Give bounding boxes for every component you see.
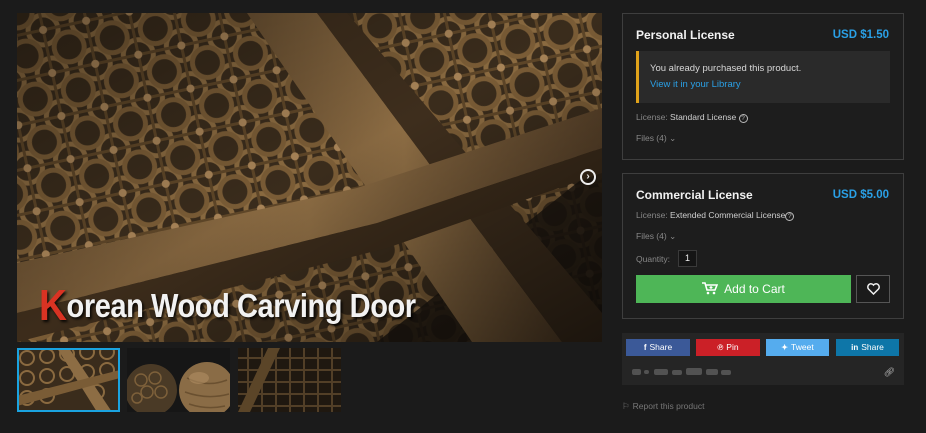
- link-icon[interactable]: 🔗︎: [884, 367, 895, 378]
- license-value: Standard License: [670, 112, 737, 122]
- chevron-down-icon: ⌄: [669, 133, 677, 143]
- personal-files-toggle[interactable]: Files (4) ⌄: [636, 133, 676, 144]
- flag-icon: ⚐: [622, 401, 630, 411]
- pinterest-label: Pin: [726, 342, 739, 352]
- facebook-icon: f: [643, 343, 647, 352]
- personal-license-panel: Personal License USD $1.50 You already p…: [622, 13, 904, 160]
- personal-license-title: Personal License: [636, 28, 735, 42]
- linkedin-label: Share: [861, 342, 884, 352]
- thumbnail-spheres[interactable]: [127, 348, 230, 412]
- purchased-notice: You already purchased this product. View…: [636, 51, 890, 103]
- pinterest-pin-button[interactable]: ℗ Pin: [696, 339, 760, 356]
- twitter-label: Tweet: [791, 342, 814, 352]
- personal-license-price: USD $1.50: [832, 29, 889, 41]
- thumbnail-door[interactable]: [17, 348, 120, 412]
- heart-icon: [866, 283, 880, 296]
- quantity-label: Quantity:: [636, 254, 671, 264]
- license-value: Extended Commercial License: [670, 210, 786, 220]
- commercial-license-title: Commercial License: [636, 188, 753, 202]
- report-product-link[interactable]: ⚐ Report this product: [622, 401, 704, 412]
- linkedin-share-button[interactable]: in Share: [836, 339, 899, 356]
- pinterest-icon: ℗: [717, 343, 724, 352]
- commercial-license-panel: Commercial License USD $5.00 License: Ex…: [622, 173, 904, 319]
- library-link[interactable]: View it in your Library: [650, 79, 741, 90]
- commercial-license-price: USD $5.00: [832, 189, 889, 201]
- add-to-cart-label: Add to Cart: [724, 282, 785, 296]
- report-label: Report this product: [632, 401, 705, 411]
- facebook-share-button[interactable]: f Share: [626, 339, 690, 356]
- help-icon[interactable]: ?: [785, 212, 795, 221]
- purchased-notice-text: You already purchased this product.: [650, 63, 802, 74]
- personal-license-type: License: Standard License ?: [636, 112, 748, 123]
- files-label: Files (4): [636, 133, 667, 143]
- facebook-share-label: Share: [649, 342, 673, 352]
- license-label: License:: [636, 210, 668, 220]
- add-to-cart-button[interactable]: Add to Cart: [636, 275, 851, 303]
- blurred-share-url[interactable]: [630, 365, 734, 379]
- commercial-files-toggle[interactable]: Files (4) ⌄: [636, 231, 676, 242]
- product-page: Korean Wood Carving Door › Personal Lice…: [0, 0, 926, 433]
- help-icon[interactable]: ?: [738, 114, 748, 123]
- twitter-tweet-button[interactable]: ✦ Tweet: [766, 339, 829, 356]
- twitter-icon: ✦: [781, 343, 788, 352]
- cart-icon: [702, 282, 719, 295]
- linkedin-icon: in: [851, 343, 859, 352]
- share-panel: f Share ℗ Pin ✦ Tweet in Share 🔗︎: [622, 333, 904, 385]
- license-label: License:: [636, 112, 668, 122]
- product-image-title: Korean Wood Carving Door: [39, 281, 416, 330]
- files-label: Files (4): [636, 231, 667, 241]
- quantity-field[interactable]: 1: [678, 250, 697, 267]
- thumbnail-closeup[interactable]: [238, 348, 341, 412]
- main-product-image[interactable]: Korean Wood Carving Door ›: [17, 13, 602, 342]
- next-arrow-icon[interactable]: ›: [580, 169, 596, 185]
- chevron-down-icon: ⌄: [669, 231, 677, 241]
- wishlist-button[interactable]: [856, 275, 890, 303]
- commercial-license-type: License: Extended Commercial License?: [636, 210, 795, 221]
